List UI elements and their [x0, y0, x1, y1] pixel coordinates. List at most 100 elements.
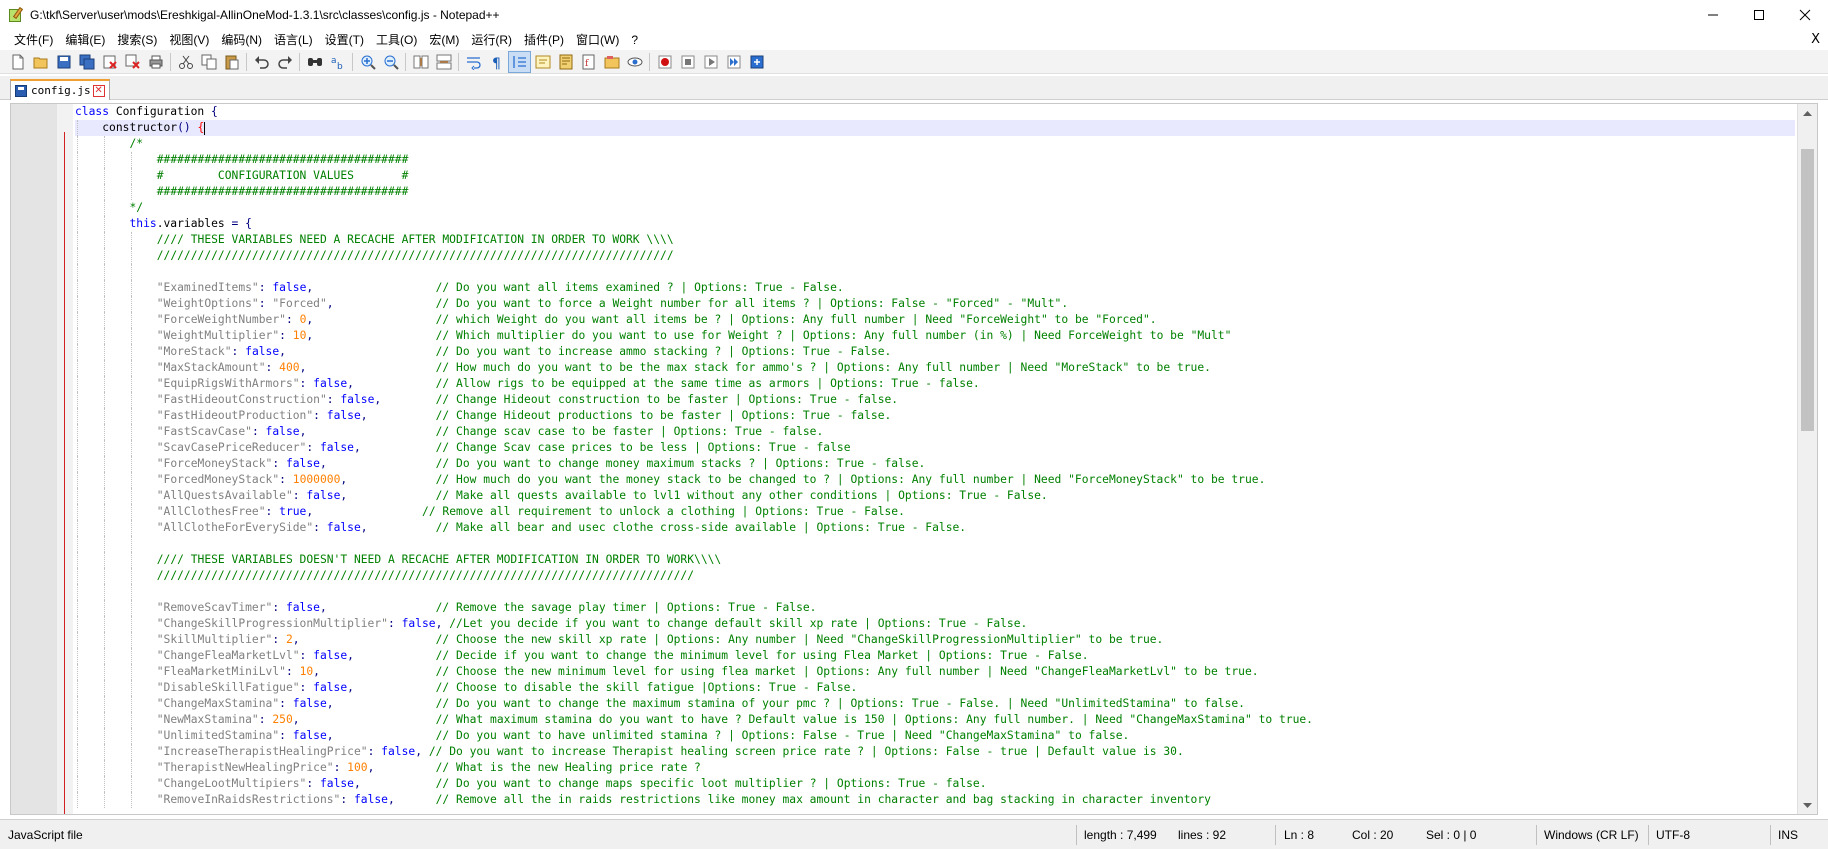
code-line[interactable]: 19"WeightOptions": "Forced", // Do you w… — [75, 296, 1795, 312]
code-line[interactable]: 46"UnlimitedStamina": false, // Do you w… — [75, 728, 1795, 744]
code-line[interactable]: 45"NewMaxStamina": 250, // What maximum … — [75, 712, 1795, 728]
code-line[interactable]: 22"MoreStack": false, // Do you want to … — [75, 344, 1795, 360]
stop-record-button[interactable] — [676, 51, 699, 73]
redo-button[interactable] — [273, 51, 296, 73]
code-line[interactable]: 48"TherapistNewHealingPrice": 100, // Wh… — [75, 760, 1795, 776]
menu-plugins[interactable]: 插件(P) — [518, 30, 570, 50]
cut-button[interactable] — [174, 51, 197, 73]
code-line[interactable]: 18"ExaminedItems": false, // Do you want… — [75, 280, 1795, 296]
run-macro-multiple-button[interactable] — [722, 51, 745, 73]
folder-workspace-button[interactable] — [600, 51, 623, 73]
scroll-up-arrow[interactable] — [1798, 104, 1817, 121]
code-line[interactable]: 16//////////////////////////////////////… — [75, 248, 1795, 264]
maximize-button[interactable] — [1736, 0, 1782, 30]
code-line[interactable]: 9/* — [75, 136, 1795, 152]
code-line[interactable]: 24"EquipRigsWithArmors": false, // Allow… — [75, 376, 1795, 392]
sync-horizontal-button[interactable] — [432, 51, 455, 73]
code-line[interactable]: 31"AllQuestsAvailable": false, // Make a… — [75, 488, 1795, 504]
code-line[interactable]: 34 — [75, 536, 1795, 552]
code-line[interactable]: 11# CONFIGURATION VALUES # — [75, 168, 1795, 184]
function-list-button[interactable]: f — [577, 51, 600, 73]
code-line[interactable]: 29"ForceMoneyStack": false, // Do you wa… — [75, 456, 1795, 472]
scroll-down-arrow[interactable] — [1798, 797, 1817, 814]
zoom-out-button[interactable] — [379, 51, 402, 73]
new-file-button[interactable] — [6, 51, 29, 73]
open-file-button[interactable] — [29, 51, 52, 73]
code-line[interactable]: 40"SkillMultiplier": 2, // Choose the ne… — [75, 632, 1795, 648]
code-line[interactable]: 36//////////////////////////////////////… — [75, 568, 1795, 584]
sync-vertical-button[interactable] — [409, 51, 432, 73]
status-insert-mode[interactable]: INS — [1772, 820, 1798, 849]
code-line[interactable]: 13*/ — [75, 200, 1795, 216]
code-line[interactable]: 26"FastHideoutProduction": false, // Cha… — [75, 408, 1795, 424]
code-line[interactable]: 27"FastScavCase": false, // Change scav … — [75, 424, 1795, 440]
menu-encoding[interactable]: 编码(N) — [215, 30, 268, 50]
code-line[interactable]: 12##################################### — [75, 184, 1795, 200]
doc-map-button[interactable] — [554, 51, 577, 73]
code-line[interactable]: 42"FleaMarketMiniLvl": 10, // Choose the… — [75, 664, 1795, 680]
menu-run[interactable]: 运行(R) — [465, 30, 518, 50]
menu-view[interactable]: 视图(V) — [163, 30, 215, 50]
code-line[interactable]: 50"RemoveInRaidsRestrictions": false, //… — [75, 792, 1795, 808]
menu-tools[interactable]: 工具(O) — [370, 30, 423, 50]
user-language-button[interactable] — [531, 51, 554, 73]
code-line[interactable]: 39"ChangeSkillProgressionMultiplier": fa… — [75, 616, 1795, 632]
show-all-chars-button[interactable]: ¶ — [485, 51, 508, 73]
menu-settings[interactable]: 设置(T) — [319, 30, 370, 50]
code-line[interactable]: 7class Configuration { — [75, 104, 1795, 120]
paste-button[interactable] — [220, 51, 243, 73]
menu-file[interactable]: 文件(F) — [8, 30, 59, 50]
save-macro-button[interactable] — [745, 51, 768, 73]
code-line[interactable]: 20"ForceWeightNumber": 0, // which Weigh… — [75, 312, 1795, 328]
code-line[interactable]: 49"ChangeLootMultipiers": false, // Do y… — [75, 776, 1795, 792]
code-line[interactable]: 28"ScavCasePriceReducer": false, // Chan… — [75, 440, 1795, 456]
vertical-scrollbar[interactable] — [1797, 104, 1817, 814]
replace-button[interactable]: ab — [326, 51, 349, 73]
undo-button[interactable] — [250, 51, 273, 73]
close-window-button[interactable] — [1782, 0, 1828, 30]
play-macro-button[interactable] — [699, 51, 722, 73]
find-button[interactable] — [303, 51, 326, 73]
save-all-button[interactable] — [75, 51, 98, 73]
menu-edit[interactable]: 编辑(E) — [59, 30, 111, 50]
code-line[interactable]: 41"ChangeFleaMarketLvl": false, // Decid… — [75, 648, 1795, 664]
code-line[interactable]: 47"IncreaseTherapistHealingPrice": false… — [75, 744, 1795, 760]
scrollbar-thumb[interactable] — [1801, 149, 1814, 431]
save-button[interactable] — [52, 51, 75, 73]
monitor-button[interactable] — [623, 51, 646, 73]
code-line[interactable]: 15//// THESE VARIABLES NEED A RECACHE AF… — [75, 232, 1795, 248]
copy-button[interactable] — [197, 51, 220, 73]
fold-margin[interactable] — [57, 104, 73, 814]
indent-guide-button[interactable] — [508, 50, 531, 73]
code-line[interactable]: 33"AllClotheForEverySide": false, // Mak… — [75, 520, 1795, 536]
code-editor[interactable]: 7class Configuration {8constructor() {9/… — [10, 103, 1818, 815]
menu-language[interactable]: 语言(L) — [268, 30, 319, 50]
code-line[interactable]: 23"MaxStackAmount": 400, // How much do … — [75, 360, 1795, 376]
tab-config-js[interactable]: config.js ✕ — [10, 79, 110, 100]
menu-window[interactable]: 窗口(W) — [570, 30, 625, 50]
menu-help[interactable]: ? — [625, 30, 644, 50]
minimize-button[interactable] — [1690, 0, 1736, 30]
close-all-button[interactable] — [121, 51, 144, 73]
code-line[interactable]: 38"RemoveScavTimer": false, // Remove th… — [75, 600, 1795, 616]
menu-search[interactable]: 搜索(S) — [111, 30, 163, 50]
word-wrap-button[interactable] — [462, 51, 485, 73]
code-line[interactable]: 21"WeightMultiplier": 10, // Which multi… — [75, 328, 1795, 344]
code-line[interactable]: 32"AllClothesFree": true, // Remove all … — [75, 504, 1795, 520]
close-button[interactable] — [98, 51, 121, 73]
code-line[interactable]: 10##################################### — [75, 152, 1795, 168]
code-line[interactable]: 14this.variables = { — [75, 216, 1795, 232]
code-line[interactable]: 44"ChangeMaxStamina": false, // Do you w… — [75, 696, 1795, 712]
code-line[interactable]: 43"DisableSkillFatigue": false, // Choos… — [75, 680, 1795, 696]
menu-macro[interactable]: 宏(M) — [423, 30, 465, 50]
code-line[interactable]: 17 — [75, 264, 1795, 280]
code-line[interactable]: 30"ForcedMoneyStack": 1000000, // How mu… — [75, 472, 1795, 488]
code-line[interactable]: 25"FastHideoutConstruction": false, // C… — [75, 392, 1795, 408]
code-line[interactable]: 37 — [75, 584, 1795, 600]
record-macro-button[interactable] — [653, 51, 676, 73]
code-area[interactable]: 7class Configuration {8constructor() {9/… — [75, 104, 1795, 814]
tab-close-icon[interactable]: ✕ — [92, 84, 105, 97]
print-button[interactable] — [144, 51, 167, 73]
code-line[interactable]: 35//// THESE VARIABLES DOESN'T NEED A RE… — [75, 552, 1795, 568]
zoom-in-button[interactable] — [356, 51, 379, 73]
